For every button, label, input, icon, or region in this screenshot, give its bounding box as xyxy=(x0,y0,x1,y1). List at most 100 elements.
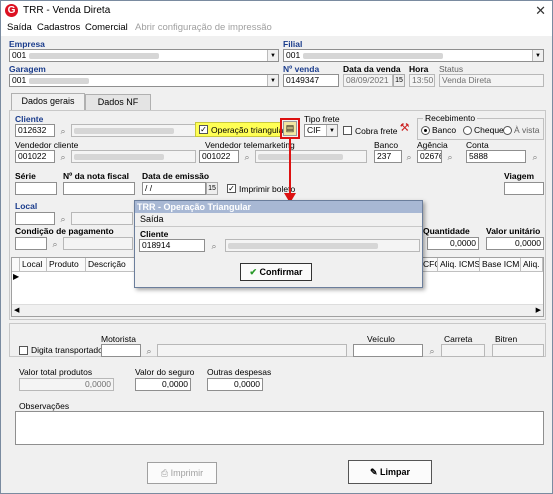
column-header-base-icms[interactable]: Base ICMS xyxy=(480,258,521,272)
digita-transportador-label: Digita transportador xyxy=(31,345,106,355)
confirmar-button[interactable]: ✔ Confirmar xyxy=(240,263,312,281)
empresa-label: Empresa xyxy=(9,39,45,49)
calendar-icon[interactable]: 15 xyxy=(206,182,218,195)
menu-abrir-config: Abrir configuração de impressão xyxy=(135,22,272,33)
binoculars-icon[interactable]: ⌕ xyxy=(49,238,61,250)
quantidade-field[interactable]: 0,0000 xyxy=(427,237,479,250)
binoculars-icon[interactable]: ⌕ xyxy=(403,151,415,163)
empresa-select[interactable]: 001 ▼ xyxy=(9,49,279,62)
local-field[interactable] xyxy=(15,212,55,225)
data-emissao-label: Data de emissão xyxy=(142,171,210,181)
chevron-down-icon: ▼ xyxy=(267,50,278,61)
tab-dados-gerais[interactable]: Dados gerais xyxy=(11,93,85,111)
banco-field[interactable]: 237 xyxy=(374,150,402,163)
observacoes-textarea[interactable] xyxy=(15,411,544,445)
column-header-aliq-icms[interactable]: Aliq. ICMS xyxy=(438,258,480,272)
viagem-field[interactable] xyxy=(504,182,544,195)
operacao-triangular-checkbox[interactable]: ✓ xyxy=(199,125,208,134)
vendedor-tele-name xyxy=(255,150,367,163)
banco-label: Banco xyxy=(374,140,399,150)
calendar-icon[interactable]: 15 xyxy=(393,74,405,87)
truck-icon[interactable]: ⚒ xyxy=(397,121,412,136)
binoculars-icon[interactable]: ⌕ xyxy=(57,213,69,225)
tipo-frete-label: Tipo frete xyxy=(304,114,340,124)
radio-a-vista-label: À vista xyxy=(514,125,540,135)
imprimir-boleto-checkbox[interactable]: ✓ xyxy=(227,184,236,193)
window-title: TRR - Venda Direta xyxy=(23,5,111,16)
radio-a-vista[interactable] xyxy=(503,126,512,135)
filial-label: Filial xyxy=(283,39,303,49)
dialog-cliente-field[interactable]: 018914 xyxy=(139,239,205,252)
binoculars-icon[interactable]: ⌕ xyxy=(143,345,155,357)
binoculars-icon[interactable]: ⌕ xyxy=(57,151,69,163)
outras-despesas-field[interactable]: 0,0000 xyxy=(207,378,263,391)
recebimento-label: Recebimento xyxy=(423,113,478,123)
motorista-field[interactable] xyxy=(101,344,141,357)
valor-total-label: Valor total produtos xyxy=(19,367,93,377)
cliente-name-field xyxy=(71,124,196,137)
nvenda-label: Nº venda xyxy=(283,64,320,74)
bitren-field xyxy=(492,344,544,357)
vendedor-tele-field[interactable]: 001022 xyxy=(199,150,239,163)
serie-field[interactable] xyxy=(15,182,57,195)
data-venda-field: 08/09/2021 xyxy=(343,74,393,87)
valor-unitario-field[interactable]: 0,0000 xyxy=(486,237,544,250)
condicao-field[interactable] xyxy=(15,237,47,250)
chevron-down-icon: ▼ xyxy=(267,75,278,86)
status-label: Status xyxy=(439,64,464,74)
cobra-frete-checkbox[interactable] xyxy=(343,126,352,135)
column-header-descricao[interactable]: Descrição xyxy=(86,258,136,272)
limpar-button[interactable]: ✎ Limpar xyxy=(348,460,432,484)
agencia-field[interactable]: 02676 xyxy=(417,150,442,163)
garagem-select[interactable]: 001 ▼ xyxy=(9,74,279,87)
condicao-label: Condição de pagamento xyxy=(15,226,114,236)
serie-label: Série xyxy=(15,171,36,181)
close-icon[interactable]: ✕ xyxy=(535,3,546,19)
radio-banco-label: Banco xyxy=(432,125,457,135)
document-search-icon[interactable]: ▤ xyxy=(283,121,297,136)
menu-cadastros[interactable]: Cadastros xyxy=(37,22,80,33)
dialog-menu-saida[interactable]: Saída xyxy=(140,214,164,224)
quantidade-label: Quantidade xyxy=(423,226,470,236)
imprimir-button[interactable]: ⎙ Imprimir xyxy=(147,462,217,484)
veiculo-field[interactable] xyxy=(353,344,423,357)
binoculars-icon[interactable]: ⌕ xyxy=(57,125,69,137)
nvenda-field[interactable]: 0149347 xyxy=(283,74,339,87)
grid-scrollbar[interactable]: ◀ ▶ xyxy=(12,304,543,316)
viagem-label: Viagem xyxy=(504,171,535,181)
veiculo-label: Veículo xyxy=(367,334,395,344)
radio-cheque[interactable] xyxy=(463,126,472,135)
binoculars-icon[interactable]: ⌕ xyxy=(529,151,541,163)
nota-fiscal-field[interactable] xyxy=(63,182,135,195)
observacoes-label: Observações xyxy=(19,401,70,411)
column-header-cfop[interactable]: CFOP xyxy=(421,258,438,272)
carreta-label: Carreta xyxy=(444,334,473,344)
scroll-right-icon[interactable]: ▶ xyxy=(536,306,541,314)
radio-banco[interactable] xyxy=(421,126,430,135)
filial-select[interactable]: 001 ▼ xyxy=(283,49,544,62)
tipo-frete-select[interactable]: CIF ▼ xyxy=(304,124,338,137)
binoculars-icon[interactable]: ⌕ xyxy=(444,151,456,163)
column-header-aliq-ic[interactable]: Aliq. ic xyxy=(521,258,543,272)
binoculars-icon[interactable]: ⌕ xyxy=(426,345,438,357)
conta-label: Conta xyxy=(466,140,489,150)
garagem-label: Garagem xyxy=(9,64,46,74)
operacao-triangular-label: Operação triangular xyxy=(211,125,287,135)
binoculars-icon[interactable]: ⌕ xyxy=(241,151,253,163)
valor-seguro-field[interactable]: 0,0000 xyxy=(135,378,191,391)
digita-transportador-checkbox[interactable] xyxy=(19,346,28,355)
menu-saida[interactable]: Saída xyxy=(7,22,32,33)
scroll-left-icon[interactable]: ◀ xyxy=(14,306,19,314)
binoculars-icon[interactable]: ⌕ xyxy=(208,240,220,252)
cliente-label: Cliente xyxy=(15,114,44,124)
hora-field: 13:50 xyxy=(409,74,435,87)
data-emissao-field[interactable]: / / xyxy=(142,182,206,195)
vendedor-cliente-field[interactable]: 001022 xyxy=(15,150,55,163)
chevron-down-icon: ▼ xyxy=(326,125,337,136)
column-header-local[interactable]: Local xyxy=(20,258,47,272)
tab-dados-nf[interactable]: Dados NF xyxy=(85,94,151,110)
menu-comercial[interactable]: Comercial xyxy=(85,22,128,33)
conta-field[interactable]: 5888 xyxy=(466,150,526,163)
column-header-produto[interactable]: Produto xyxy=(47,258,86,272)
cliente-field[interactable]: 012632 xyxy=(15,124,55,137)
